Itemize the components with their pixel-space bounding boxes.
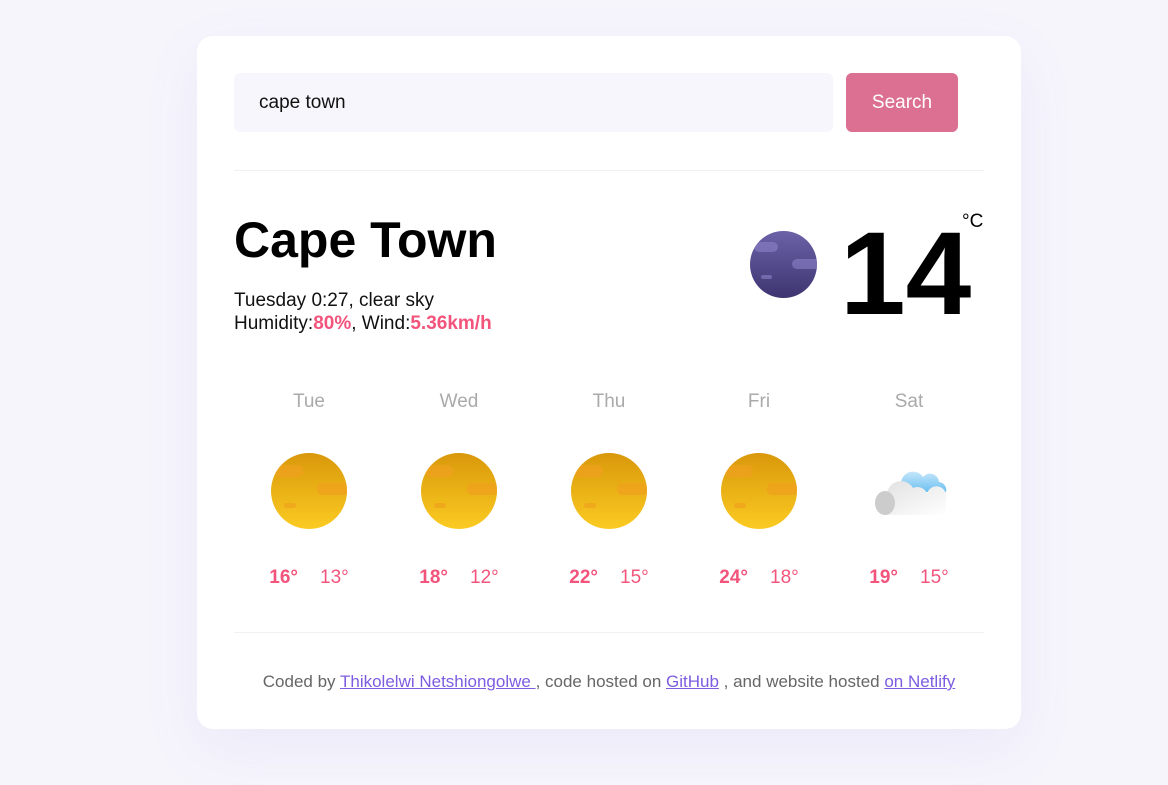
search-button[interactable]: Search (846, 73, 958, 132)
forecast-min-temp: 15° (920, 567, 949, 588)
humidity-label: Humidity: (234, 313, 314, 334)
humidity-value: 80% (313, 313, 352, 334)
sun-icon (571, 453, 647, 529)
weather-card: Search Cape Town Tuesday 0:27, clear sky… (197, 36, 1021, 729)
forecast-day-name: Tue (292, 391, 326, 412)
sun-icon (421, 453, 497, 529)
forecast-day: Tue 16° 13° (234, 391, 384, 589)
author-link[interactable]: Thikolelwi Netshiongolwe (340, 672, 536, 691)
temperature-unit[interactable]: °C (962, 211, 983, 233)
moon-clear-night-icon (750, 231, 817, 298)
forecast-max-temp: 18° (419, 567, 448, 588)
forecast-max-temp: 19° (869, 567, 898, 588)
forecast-day: Wed 18° 12° (384, 391, 534, 589)
forecast-day: Fri 24° 18° (684, 391, 834, 589)
footer-text: , and website hosted (718, 672, 885, 691)
datetime: Tuesday 0:27 (234, 290, 349, 311)
forecast-day: Thu 22° 15° (534, 391, 684, 589)
forecast-min-temp: 15° (620, 567, 649, 588)
forecast: Tue 16° 13° Wed 18° 12° Thu 22° 15° Fri 24° 18° Sat 1… (234, 391, 984, 589)
forecast-day: Sat 19° 15° (834, 391, 984, 589)
forecast-min-temp: 12° (470, 567, 499, 588)
forecast-day-name: Wed (439, 391, 479, 412)
city-search-input[interactable] (234, 73, 833, 132)
divider (234, 170, 984, 171)
forecast-min-temp: 13° (320, 567, 349, 588)
city-name: Cape Town (234, 212, 497, 268)
current-temperature-block: 14 °C (750, 208, 1000, 340)
footer-text: , code hosted on (535, 672, 667, 691)
forecast-day-name: Thu (592, 391, 626, 412)
wind-label: Wind: (361, 313, 411, 334)
sun-icon (721, 453, 797, 529)
weather-details: Tuesday 0:27, clear sky Humidity:80%, Wi… (234, 290, 492, 334)
search-form: Search (234, 73, 984, 132)
divider (234, 632, 984, 633)
current-temperature: 14 (840, 208, 972, 340)
forecast-min-temp: 18° (770, 567, 799, 588)
cloud-icon (871, 453, 947, 529)
forecast-day-name: Sat (894, 391, 924, 412)
weather-description: clear sky (359, 290, 434, 311)
forecast-max-temp: 16° (269, 567, 298, 588)
wind-value: 5.36km/h (410, 313, 492, 334)
github-link[interactable]: GitHub (666, 672, 719, 691)
netlify-link[interactable]: on Netlify (884, 672, 955, 691)
footer-text: Coded by (262, 672, 340, 691)
sun-icon (271, 453, 347, 529)
forecast-max-temp: 22° (569, 567, 598, 588)
footer: Coded by Thikolelwi Netshiongolwe , code… (197, 672, 1021, 692)
forecast-max-temp: 24° (719, 567, 748, 588)
forecast-day-name: Fri (747, 391, 771, 412)
